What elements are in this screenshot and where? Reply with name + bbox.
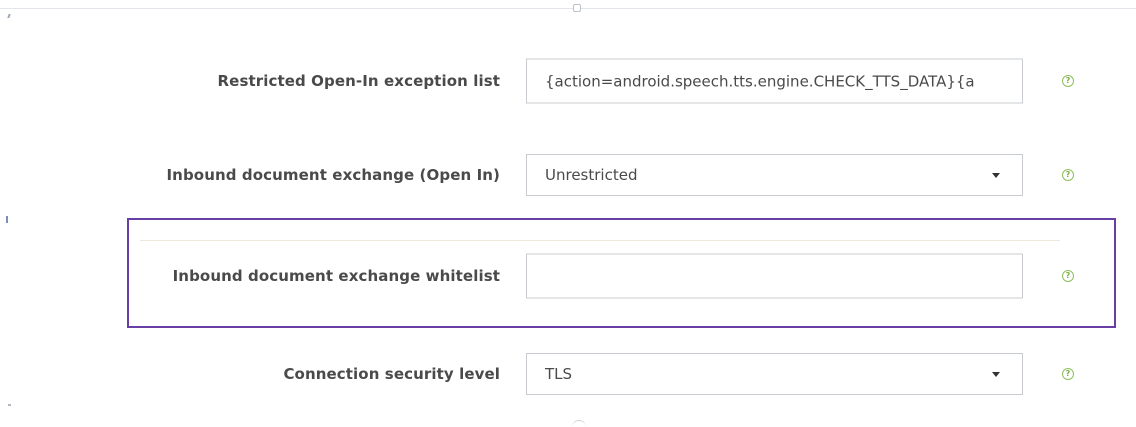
- inbound-whitelist-input[interactable]: [526, 253, 1023, 299]
- connection-security-label: Connection security level: [283, 365, 500, 383]
- connection-security-select[interactable]: TLS: [526, 353, 1023, 395]
- chevron-down-icon: [992, 173, 1000, 178]
- inbound-open-in-select[interactable]: Unrestricted: [526, 154, 1023, 196]
- inbound-open-in-value: Unrestricted: [545, 166, 638, 184]
- setting-row-connection-security: Connection security level TLS ?: [0, 344, 1136, 404]
- question-circle-icon[interactable]: ?: [1062, 169, 1074, 181]
- scroll-down-handle[interactable]: [572, 420, 586, 427]
- setting-row-inbound-whitelist: Inbound document exchange whitelist ?: [0, 246, 1136, 306]
- inbound-whitelist-label: Inbound document exchange whitelist: [172, 267, 500, 285]
- setting-row-inbound-open-in: Inbound document exchange (Open In) Unre…: [0, 145, 1136, 205]
- question-circle-icon[interactable]: ?: [1062, 368, 1074, 380]
- restricted-open-in-input[interactable]: [526, 58, 1023, 104]
- chevron-down-icon: [992, 372, 1000, 377]
- highlight-divider: [140, 240, 1060, 241]
- inbound-open-in-label: Inbound document exchange (Open In): [166, 166, 500, 184]
- edge-artifact: [8, 404, 11, 406]
- question-circle-icon[interactable]: ?: [1062, 75, 1074, 87]
- edge-artifact: [7, 14, 11, 18]
- restricted-open-in-label: Restricted Open-In exception list: [217, 72, 500, 90]
- top-divider: [0, 8, 1136, 9]
- edge-artifact: [6, 216, 8, 223]
- connection-security-value: TLS: [545, 365, 573, 383]
- scroll-up-handle[interactable]: [573, 4, 581, 12]
- question-circle-icon[interactable]: ?: [1062, 270, 1074, 282]
- setting-row-restricted-open-in: Restricted Open-In exception list ?: [0, 51, 1136, 111]
